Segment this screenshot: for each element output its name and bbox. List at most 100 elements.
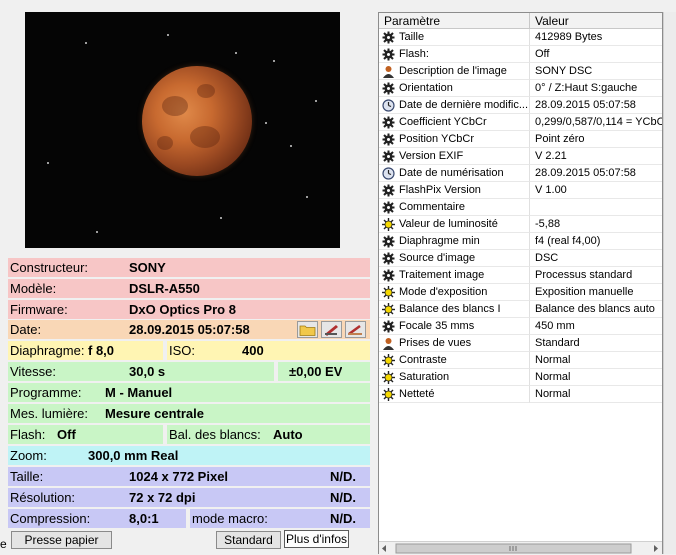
macro-label: mode macro: [192,511,268,526]
param-name: Date de dernière modific... [399,99,529,111]
date-row: Date: 28.09.2015 05:07:58 [8,320,370,339]
table-row[interactable]: Traitement image Processus standard [379,267,662,284]
table-row[interactable]: FlashPix Version V 1.00 [379,182,662,199]
modele-label: Modèle: [10,281,57,296]
param-cell: FlashPix Version [379,182,530,199]
table-row[interactable]: Contraste Normal [379,352,662,369]
value-cell: 28.09.2015 05:07:58 [530,97,662,114]
gear-icon [382,269,395,282]
table-row[interactable]: Commentaire [379,199,662,216]
table-row[interactable]: Netteté Normal [379,386,662,403]
table-row[interactable]: Saturation Normal [379,369,662,386]
param-name: Traitement image [399,269,485,281]
more-info-button[interactable]: Plus d'infos [284,530,349,548]
sun-icon [382,388,395,401]
table-row[interactable]: Date de dernière modific... 28.09.2015 05… [379,97,662,114]
table-row[interactable]: Taille 412989 Bytes [379,29,662,46]
resolution-value: 72 x 72 dpi [129,490,196,505]
param-name: Source d'image [399,252,476,264]
balance-label: Bal. des blancs: [169,427,261,442]
edge-text: e [0,537,7,551]
table-row[interactable]: Balance des blancs I Balance des blancs a… [379,301,662,318]
table-row[interactable]: Source d'image DSC [379,250,662,267]
vitesse-label: Vitesse: [10,364,57,379]
compression-value: 8,0:1 [129,511,159,526]
header-valeur[interactable]: Valeur [530,13,662,29]
param-cell: Version EXIF [379,148,530,165]
param-cell: Netteté [379,386,530,403]
table-row[interactable]: Date de numérisation 28.09.2015 05:07:58 [379,165,662,182]
vertical-scrollbar[interactable] [663,12,676,554]
value-cell: Processus standard [530,267,662,284]
table-row[interactable]: Description de l'image SONY DSC [379,63,662,80]
param-name: Contraste [399,354,447,366]
date-value: 28.09.2015 05:07:58 [129,322,250,337]
table-row[interactable]: Version EXIF V 2.21 [379,148,662,165]
table-row[interactable]: Coefficient YCbCr 0,299/0,587/0,114 = YCb… [379,114,662,131]
table-row[interactable]: Prises de vues Standard [379,335,662,352]
programme-label: Programme: [10,385,82,400]
compression-row: Compression: 8,0:1 mode macro: N/D. [8,509,370,528]
value-cell: V 2.21 [530,148,662,165]
param-name: Taille [399,31,425,43]
edit-date-icon[interactable] [321,321,342,338]
param-name: Valeur de luminosité [399,218,498,230]
clipboard-button[interactable]: Presse papier [11,531,112,549]
taille-label: Taille: [10,469,44,484]
resolution-extra: N/D. [330,490,356,505]
modele-row: Modèle: DSLR-A550 [8,279,370,298]
sun-icon [382,286,395,299]
value-cell [530,199,662,216]
param-cell: Valeur de luminosité [379,216,530,233]
value-cell: Balance des blancs auto [530,301,662,318]
folder-icon[interactable] [297,321,318,338]
table-row[interactable]: Orientation 0° / Z:Haut S:gauche [379,80,662,97]
param-name: FlashPix Version [399,184,481,196]
moon-image [142,66,252,176]
param-cell: Taille [379,29,530,46]
value-cell: 450 mm [530,318,662,335]
mesure-row: Mes. lumière: Mesure centrale [8,404,370,423]
param-name: Prises de vues [399,337,472,349]
table-row[interactable]: Focale 35 mms 450 mm [379,318,662,335]
param-cell: Mode d'exposition [379,284,530,301]
table-row[interactable]: Flash: Off [379,46,662,63]
table-row[interactable]: Diaphragme min f4 (real f4,00) [379,233,662,250]
scroll-left-icon [382,545,386,552]
constructeur-label: Constructeur: [10,260,89,275]
value-cell: Normal [530,369,662,386]
table-row[interactable]: Position YCbCr Point zéro [379,131,662,148]
programme-row: Programme: M - Manuel [8,383,370,402]
param-cell: Flash: [379,46,530,63]
value-cell: Exposition manuelle [530,284,662,301]
param-cell: Traitement image [379,267,530,284]
param-name: Diaphragme min [399,235,480,247]
ev-value: ±0,00 EV [289,364,343,379]
gear-icon [382,252,395,265]
param-name: Mode d'exposition [399,286,488,298]
firmware-label: Firmware: [10,302,68,317]
clock-icon [382,167,395,180]
value-cell: Standard [530,335,662,352]
gear-icon [382,201,395,214]
param-cell: Source d'image [379,250,530,267]
param-cell: Position YCbCr [379,131,530,148]
mesure-value: Mesure centrale [105,406,204,421]
standard-button[interactable]: Standard [216,531,281,549]
zoom-label: Zoom: [10,448,47,463]
diaphragme-iso-row: Diaphragme: f 8,0 ISO: 400 [8,341,370,360]
vitesse-value: 30,0 s [129,364,166,379]
header-parametre[interactable]: Paramètre [379,13,530,29]
gear-icon [382,48,395,61]
param-name: Version EXIF [399,150,464,162]
horizontal-scrollbar[interactable] [379,541,662,555]
diaphragme-label: Diaphragme: [10,343,85,358]
table-row[interactable]: Mode d'exposition Exposition manuelle [379,284,662,301]
date-label: Date: [10,322,42,337]
photo-preview [25,12,340,248]
param-name: Description de l'image [399,65,507,77]
table-row[interactable]: Valeur de luminosité -5,88 [379,216,662,233]
compression-label: Compression: [10,511,91,526]
reset-date-icon[interactable] [345,321,366,338]
resolution-label: Résolution: [10,490,76,505]
